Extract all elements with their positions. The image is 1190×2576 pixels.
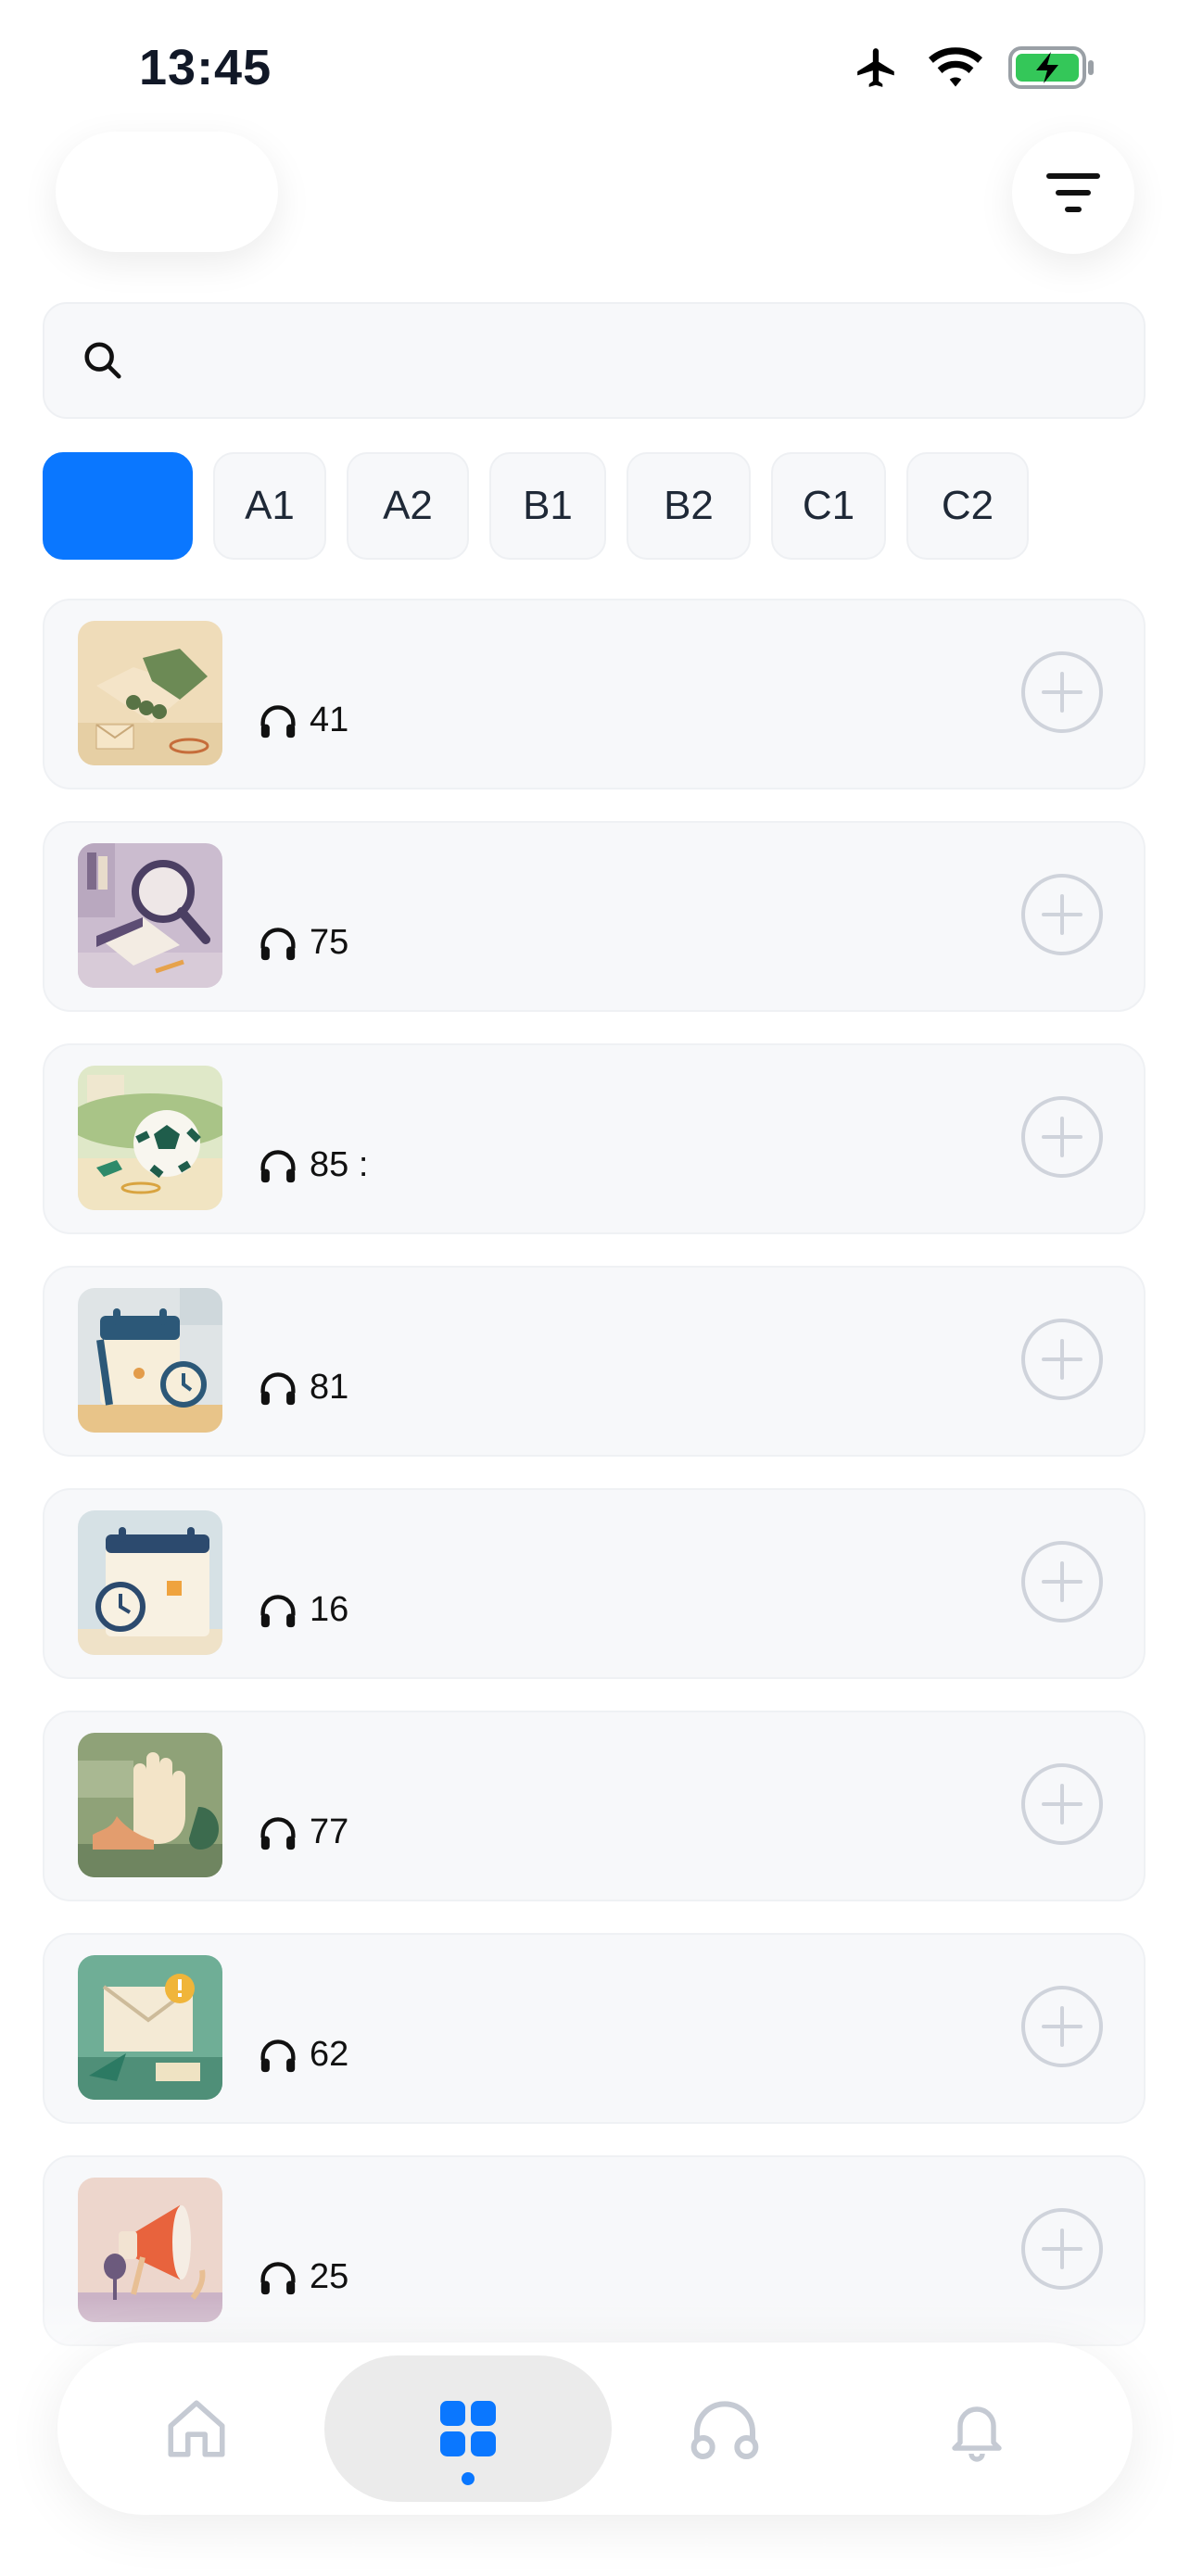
hand-foot-ear-thumbnail	[78, 1733, 222, 1877]
envelope-paper-plane-thumbnail	[78, 1955, 222, 2100]
add-lesson-button[interactable]	[1019, 1317, 1105, 1402]
listen-count: 25	[258, 2257, 348, 2297]
tab-bar	[57, 2342, 1133, 2515]
wifi-icon	[929, 47, 982, 87]
listen-count: 75	[258, 923, 348, 963]
listen-count-value: 75	[310, 923, 349, 962]
lesson-card[interactable]: 85 :	[43, 1043, 1146, 1234]
battery-charging-icon	[1008, 46, 1094, 89]
add-lesson-button[interactable]	[1019, 2206, 1105, 2292]
listen-count: 77	[258, 1812, 348, 1852]
level-chip-b2[interactable]: B2	[627, 452, 751, 560]
airplane-mode-icon	[857, 48, 894, 87]
headphones-icon	[690, 2401, 759, 2459]
lesson-card[interactable]: 75	[43, 821, 1146, 1012]
search-bar[interactable]	[43, 302, 1146, 419]
level-chip-c2[interactable]: C2	[906, 452, 1029, 560]
lesson-card[interactable]: 62	[43, 1933, 1146, 2124]
headphones-icon	[260, 1594, 296, 1627]
headphones-icon	[260, 1149, 296, 1182]
status-bar: 13:45	[0, 0, 1190, 139]
listen-count-value: 62	[310, 2035, 349, 2074]
add-lesson-button[interactable]	[1019, 872, 1105, 957]
magnifier-book-thumbnail	[78, 843, 222, 988]
filter-icon	[1046, 173, 1100, 212]
filter-button[interactable]	[1012, 132, 1134, 254]
listen-count-value: 25	[310, 2257, 349, 2296]
tab-home[interactable]	[122, 2355, 271, 2502]
lesson-card[interactable]: 41	[43, 599, 1146, 789]
add-lesson-button[interactable]	[1019, 1984, 1105, 2069]
status-icons	[851, 44, 1097, 91]
search-input[interactable]	[146, 322, 1114, 398]
listen-count: 41	[258, 701, 348, 740]
level-chip-c1[interactable]: C1	[771, 452, 886, 560]
search-icon	[84, 342, 121, 379]
listen-count-value: 77	[310, 1812, 349, 1851]
level-chip-all[interactable]	[43, 452, 193, 560]
calendar-alarm-clock-thumbnail	[78, 1288, 222, 1433]
add-lesson-button[interactable]	[1019, 1762, 1105, 1847]
level-chip-a1[interactable]: A1	[213, 452, 326, 560]
tab-notifications[interactable]	[903, 2355, 1051, 2502]
headphones-icon	[260, 1371, 296, 1405]
bell-icon	[952, 2406, 1002, 2462]
headphones-icon	[260, 2039, 296, 2072]
profile-pill-button[interactable]	[56, 132, 278, 252]
listen-count: 85 :	[258, 1145, 368, 1185]
status-time: 13:45	[139, 40, 272, 95]
soccer-ball-thumbnail	[78, 1066, 222, 1210]
headphones-icon	[260, 1816, 296, 1850]
listen-count-value: 41	[310, 701, 349, 739]
listen-count-value: 81	[310, 1368, 349, 1407]
active-tab-indicator	[462, 2472, 475, 2485]
listen-count-value: 85 :	[310, 1145, 369, 1184]
listen-count-value: 16	[310, 1590, 349, 1629]
headphones-icon	[260, 704, 296, 738]
headphones-icon	[260, 2261, 296, 2294]
home-icon	[168, 2400, 225, 2457]
headphones-icon	[260, 927, 296, 960]
level-chip-a2[interactable]: A2	[347, 452, 469, 560]
level-chip-b1[interactable]: B1	[489, 452, 606, 560]
level-filter-chips: A1 A2 B1 B2 C1 C2	[43, 452, 1029, 560]
tab-lessons[interactable]	[324, 2355, 612, 2502]
tab-listen[interactable]	[651, 2355, 799, 2502]
listen-count: 62	[258, 2035, 348, 2075]
add-lesson-button[interactable]	[1019, 650, 1105, 735]
grid-icon	[440, 2401, 496, 2456]
add-lesson-button[interactable]	[1019, 1539, 1105, 1624]
add-lesson-button[interactable]	[1019, 1094, 1105, 1180]
lesson-card[interactable]: 81	[43, 1266, 1146, 1457]
handshake-thumbnail	[78, 621, 222, 765]
calendar-clock-thumbnail	[78, 1510, 222, 1655]
listen-count: 16	[258, 1590, 348, 1630]
listen-count: 81	[258, 1368, 348, 1408]
lesson-card[interactable]: 77	[43, 1711, 1146, 1901]
lesson-card[interactable]: 16	[43, 1488, 1146, 1679]
